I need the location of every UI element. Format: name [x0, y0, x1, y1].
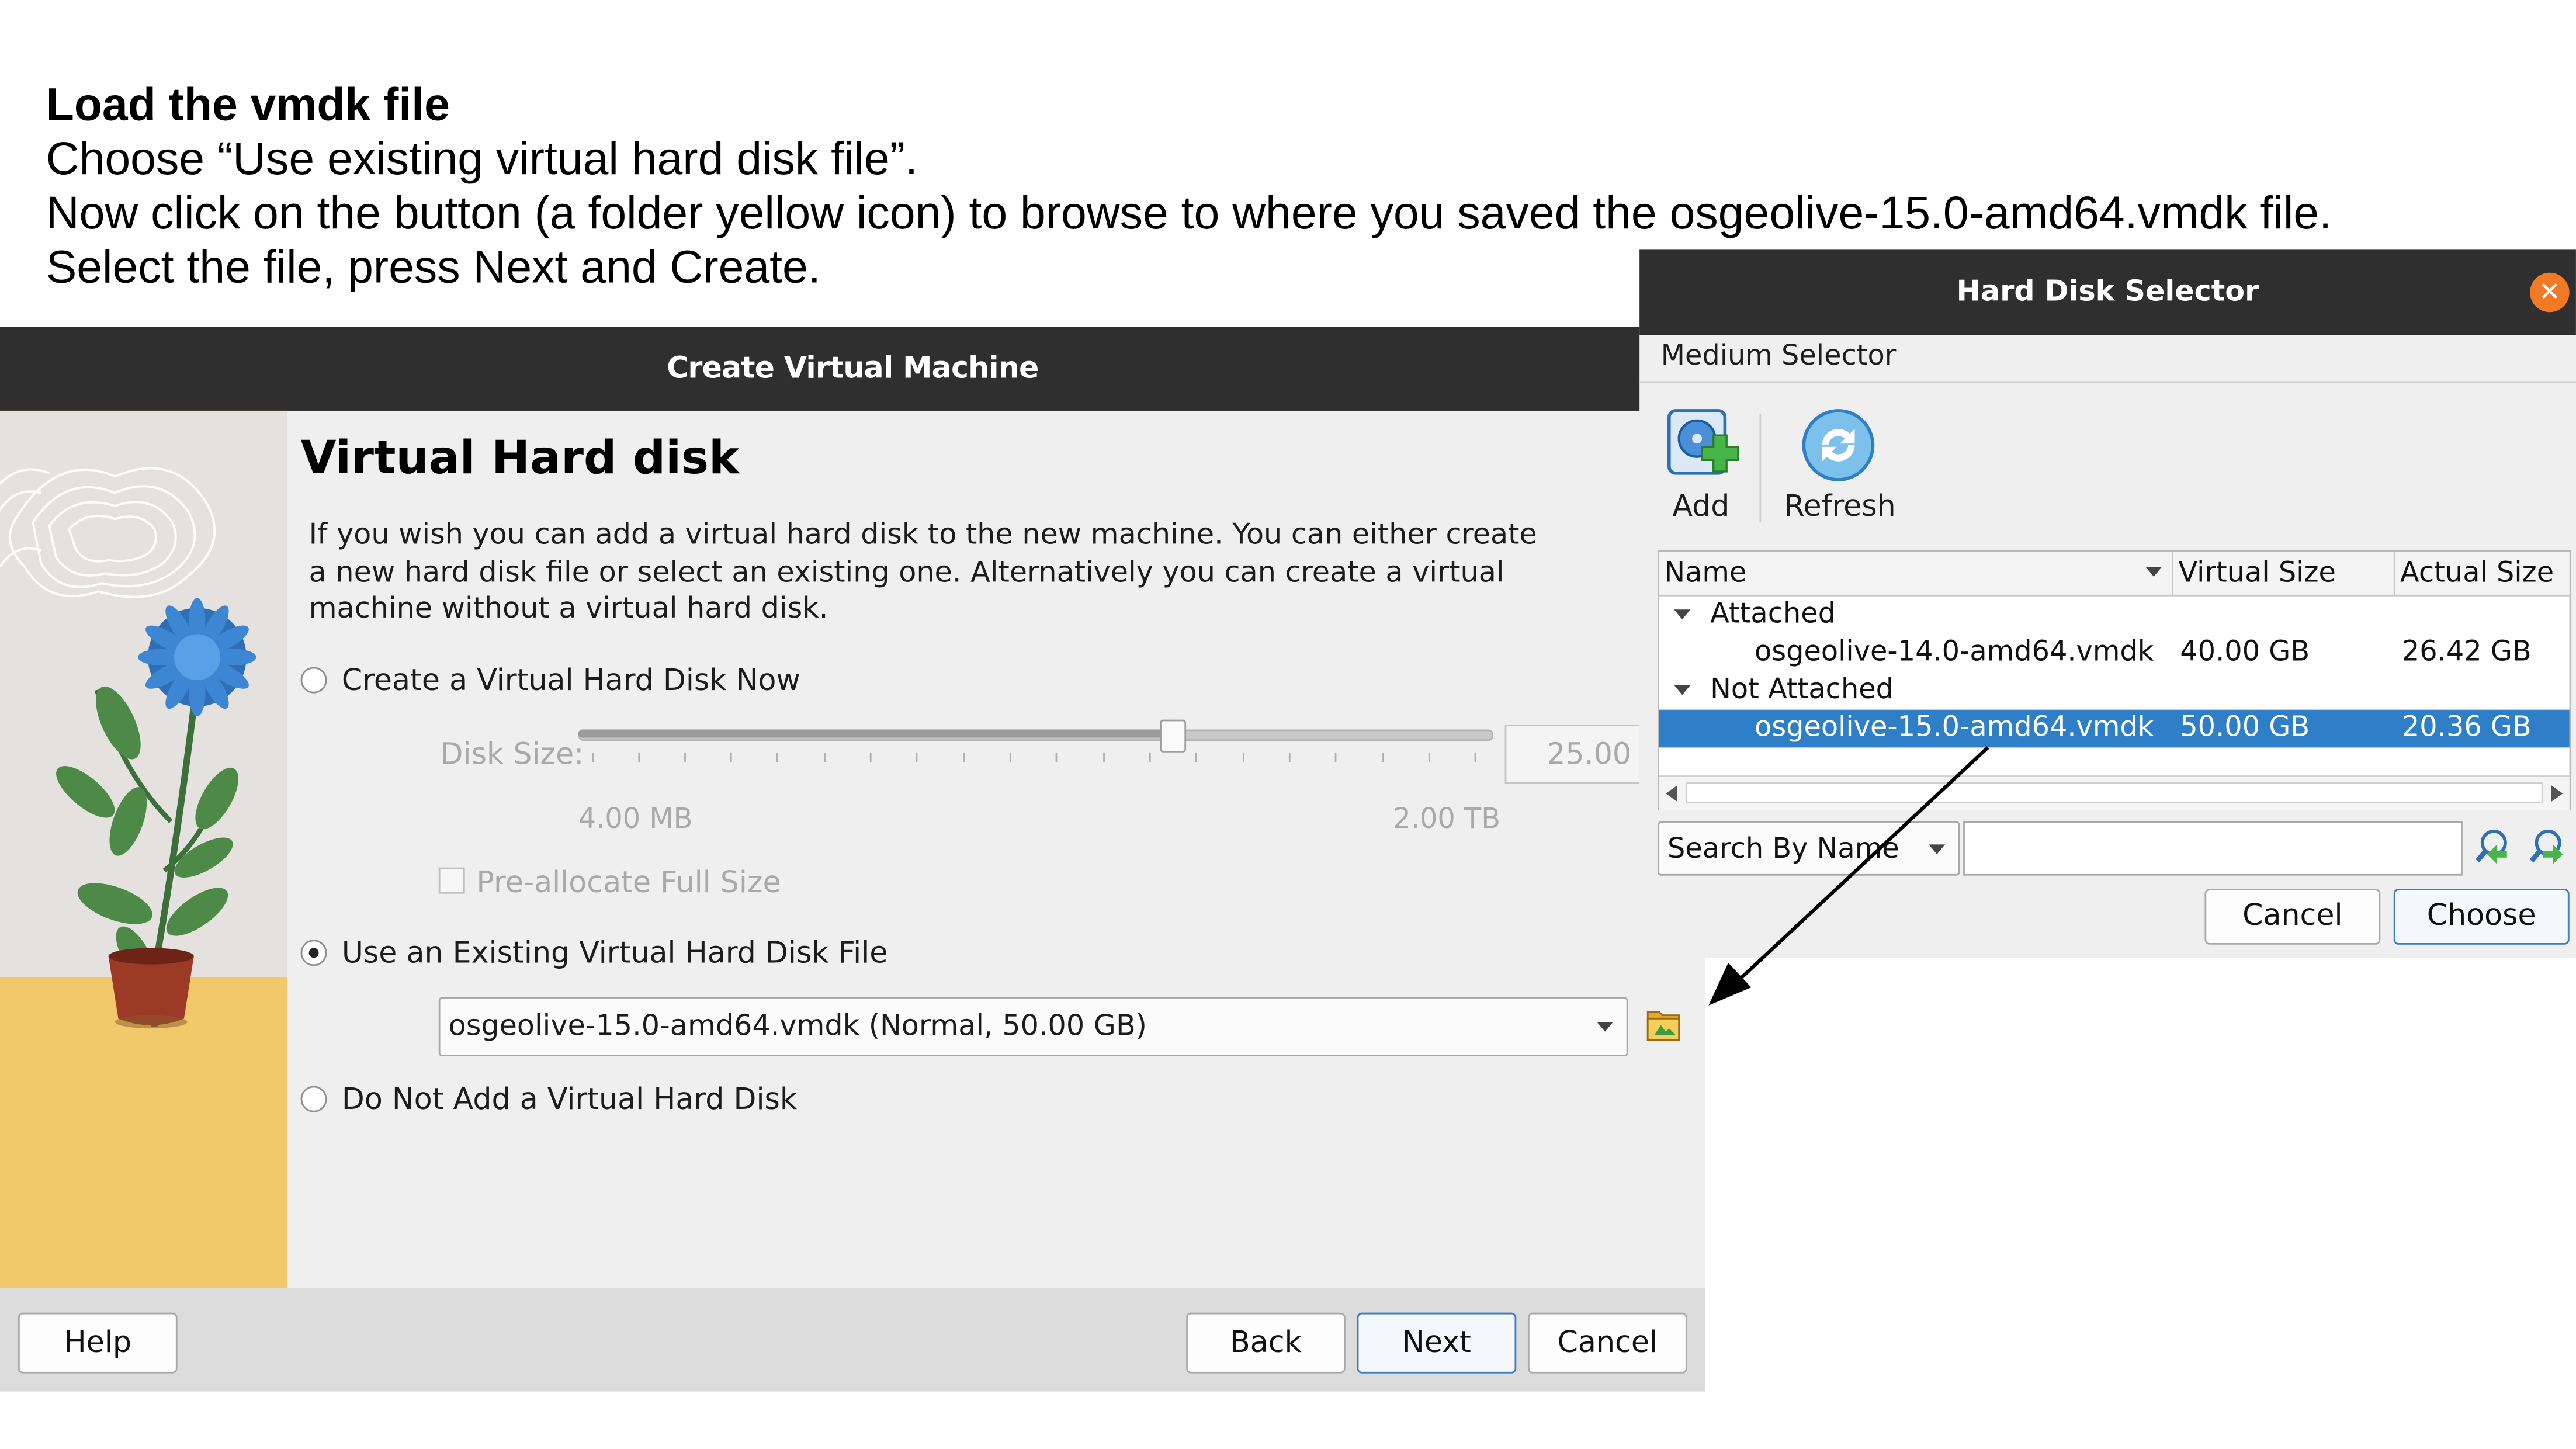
slide: Load the vmdk file Choose “Use existing … [0, 0, 2576, 1449]
annotation-arrow [1708, 746, 1989, 1006]
